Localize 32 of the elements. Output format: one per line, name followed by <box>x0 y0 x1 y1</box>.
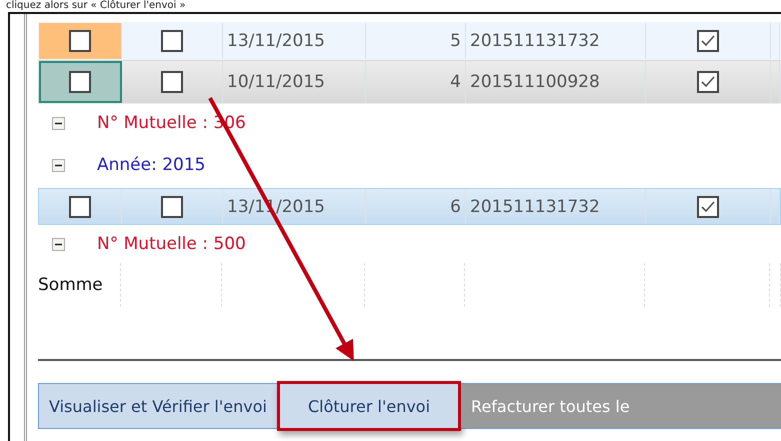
reference-cell: 201511131732 <box>470 31 600 51</box>
grid-row[interactable]: 10/11/2015 4 201511100928 <box>38 60 781 104</box>
grid-row[interactable]: 13/11/2015 5 201511131732 <box>38 22 781 60</box>
collapse-icon[interactable] <box>52 116 65 130</box>
reference-cell: 201511131732 <box>470 196 600 216</box>
checkbox[interactable] <box>161 71 183 93</box>
collapse-icon[interactable] <box>52 158 65 172</box>
group-label: N° Mutuelle : 500 <box>97 234 246 254</box>
summary-label: Somme <box>38 275 103 295</box>
checkbox[interactable] <box>69 30 91 52</box>
reference-cell: 201511100928 <box>470 72 600 92</box>
checkbox[interactable] <box>161 30 183 52</box>
checkmark-icon <box>700 34 716 48</box>
number-cell: 5 <box>450 31 461 51</box>
checkmark-icon <box>700 200 716 214</box>
date-cell: 13/11/2015 <box>227 31 325 51</box>
checkbox[interactable] <box>697 196 719 218</box>
action-button[interactable]: Clôturer l'envoi <box>276 381 462 431</box>
number-cell: 4 <box>450 72 461 92</box>
group-label: Année: 2015 <box>97 155 206 175</box>
date-cell: 10/11/2015 <box>227 72 325 92</box>
row-selector-cell[interactable] <box>39 61 122 103</box>
checkmark-icon <box>700 75 716 89</box>
checkbox[interactable] <box>697 71 719 93</box>
number-cell: 6 <box>450 196 461 216</box>
checkbox[interactable] <box>69 71 91 93</box>
checkbox[interactable] <box>697 30 719 52</box>
instruction-text: cliquez alors sur « Clôturer l'envoi » <box>5 0 187 12</box>
checkbox[interactable] <box>69 196 91 218</box>
collapse-icon[interactable] <box>52 238 65 250</box>
row-selector-cell[interactable] <box>39 23 122 59</box>
checkbox[interactable] <box>161 196 183 218</box>
